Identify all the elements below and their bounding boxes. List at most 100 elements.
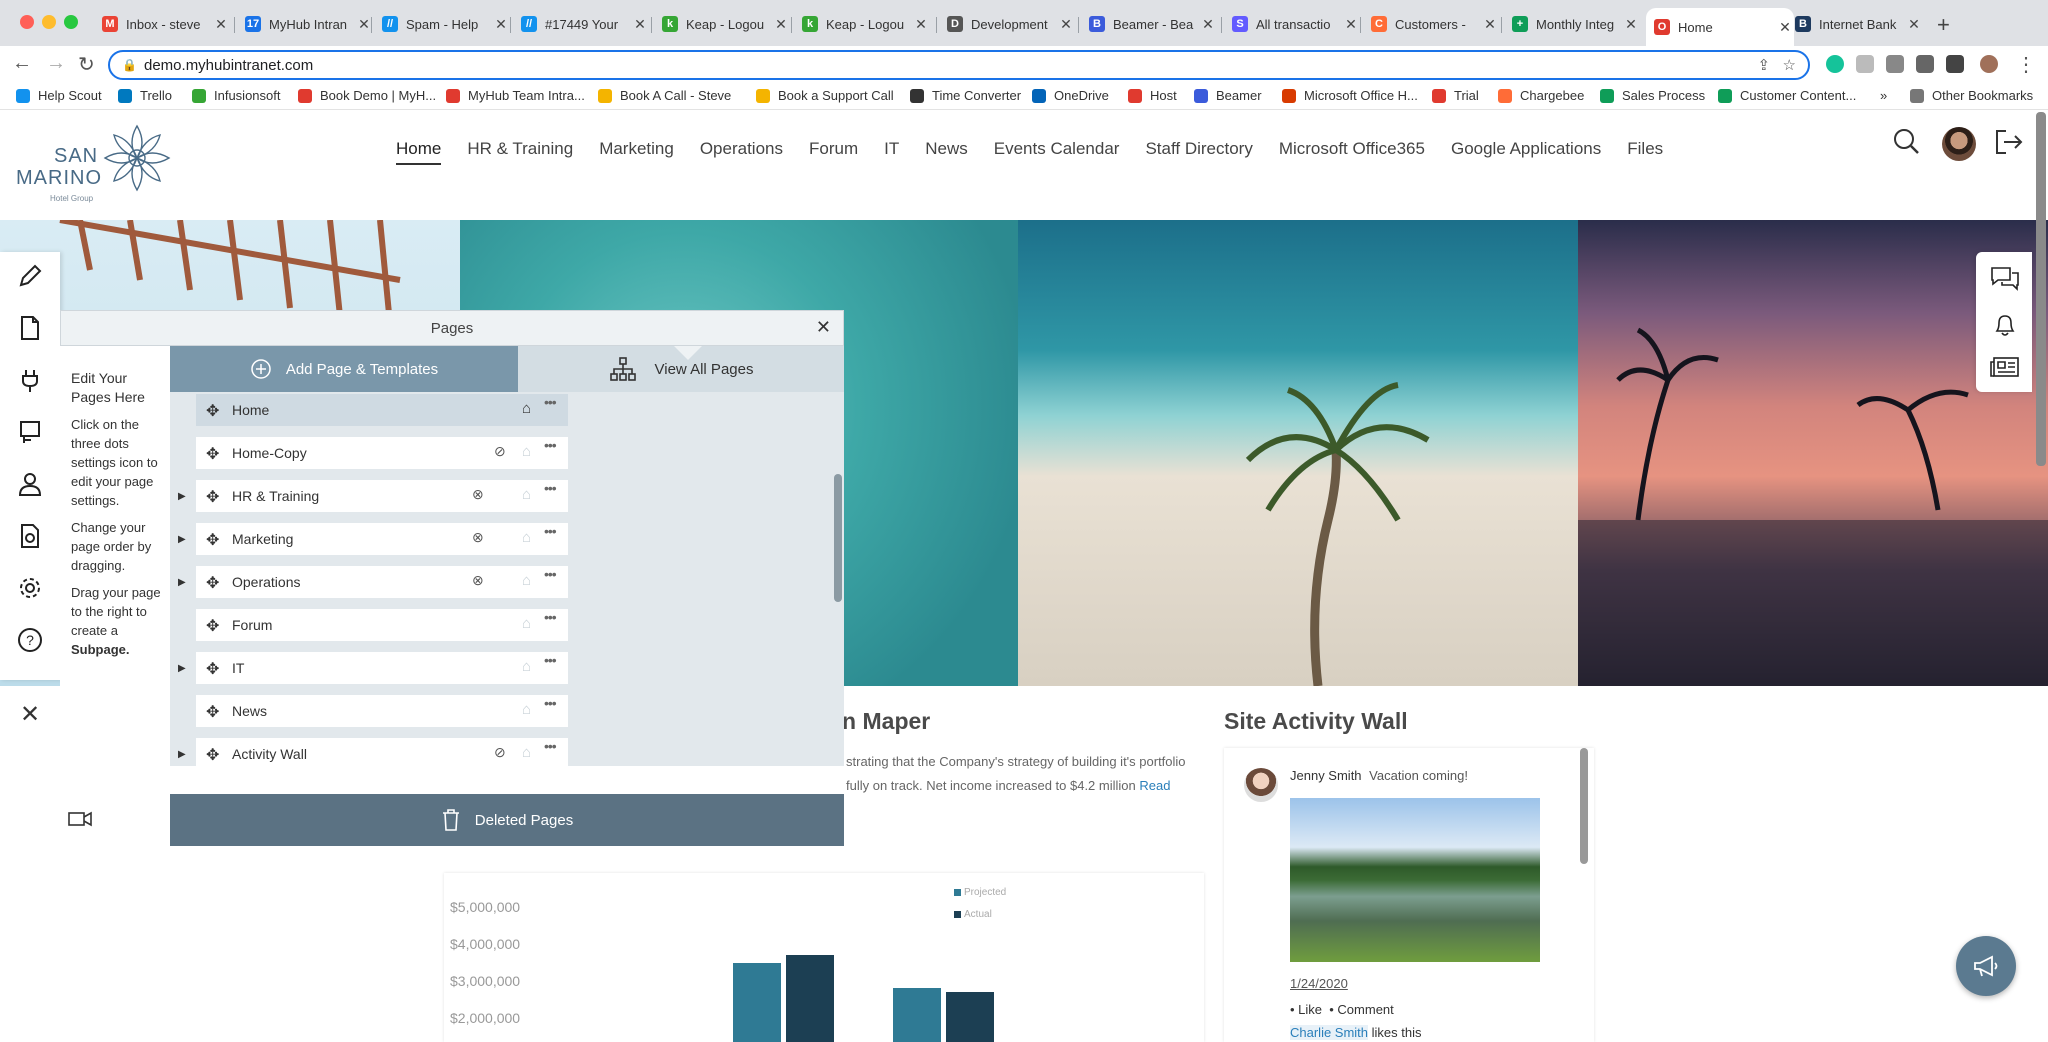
close-tab-icon[interactable]: ✕	[1199, 16, 1217, 33]
close-admin-icon[interactable]: ✕	[20, 700, 40, 729]
bookmark-item[interactable]: Book Demo | MyH...	[298, 88, 436, 103]
bookmark-item[interactable]: Infusionsoft	[192, 88, 281, 103]
page-row[interactable]: ✥ News ⌂ •••	[196, 695, 568, 727]
help-icon[interactable]: ?	[16, 626, 44, 654]
nav-item[interactable]: Microsoft Office365	[1279, 139, 1425, 165]
drag-handle-icon[interactable]: ✥	[206, 444, 219, 464]
page-row[interactable]: ✥ Forum ⌂ •••	[196, 609, 568, 641]
nav-item[interactable]: Operations	[700, 139, 783, 165]
share-star-icons[interactable]: ⇪ ☆	[1757, 56, 1796, 74]
close-tab-icon[interactable]: ✕	[212, 16, 230, 33]
bookmark-item[interactable]: Help Scout	[16, 88, 102, 103]
close-tab-icon[interactable]: ✕	[1057, 16, 1075, 33]
browser-tab[interactable]: 17 MyHub Intran ✕	[237, 9, 373, 39]
nav-item[interactable]: HR & Training	[467, 139, 573, 165]
close-tab-icon[interactable]: ✕	[772, 16, 790, 33]
site-logo[interactable]: SAN MARINO Hotel Group	[14, 123, 174, 203]
browser-tab[interactable]: M Inbox - steve ✕	[94, 9, 230, 39]
browser-tab[interactable]: + Monthly Integ ✕	[1504, 9, 1640, 39]
menu-icon[interactable]: ⋮	[2016, 52, 2036, 77]
post-author-avatar[interactable]	[1244, 768, 1278, 802]
extension-icon[interactable]	[1856, 55, 1874, 73]
sidebar-icon[interactable]	[1946, 55, 1964, 73]
page-row[interactable]: ✥ IT ⌂ •••	[196, 652, 568, 684]
widgets-icon[interactable]	[16, 418, 44, 446]
extension-icon[interactable]	[1886, 55, 1904, 73]
pages-icon[interactable]	[16, 314, 44, 342]
deleted-pages-button[interactable]: Deleted Pages	[170, 794, 844, 846]
more-options-icon[interactable]: •••	[544, 609, 557, 625]
like-link[interactable]: Like	[1298, 1002, 1322, 1017]
more-options-icon[interactable]: •••	[544, 738, 557, 754]
bookmark-item[interactable]: Host	[1128, 88, 1177, 103]
url-text[interactable]: demo.myhubintranet.com	[144, 57, 313, 74]
user-icon[interactable]	[16, 470, 44, 498]
liker-link[interactable]: Charlie Smith	[1290, 1025, 1369, 1040]
more-options-icon[interactable]: •••	[544, 437, 557, 453]
more-bookmarks-button[interactable]: »	[1880, 88, 1887, 103]
nav-item[interactable]: Staff Directory	[1145, 139, 1252, 165]
post-date[interactable]: 1/24/2020	[1290, 976, 1348, 991]
activity-wall-scrollbar[interactable]	[1580, 748, 1588, 864]
expand-arrow-icon[interactable]: ▶	[178, 491, 186, 502]
nav-item[interactable]: Home	[396, 139, 442, 165]
user-avatar[interactable]	[1942, 127, 1976, 161]
new-tab-button[interactable]: +	[1937, 12, 1950, 38]
nav-item[interactable]: Google Applications	[1451, 139, 1601, 165]
puzzle-icon[interactable]	[1916, 55, 1934, 73]
bookmark-item[interactable]: Sales Process	[1600, 88, 1705, 103]
nav-item[interactable]: Events Calendar	[994, 139, 1120, 165]
back-icon[interactable]: ←	[12, 52, 32, 75]
home-page-icon[interactable]: ⌂	[522, 486, 531, 503]
bell-icon[interactable]	[1992, 312, 2018, 338]
comment-link[interactable]: Comment	[1337, 1002, 1393, 1017]
nav-item[interactable]: News	[925, 139, 968, 165]
browser-tab[interactable]: k Keap - Logou ✕	[794, 9, 930, 39]
browser-tab[interactable]: // #17449 Your ✕	[513, 9, 649, 39]
drag-handle-icon[interactable]: ✥	[206, 573, 219, 593]
search-icon[interactable]	[1892, 127, 1920, 155]
bookmark-item[interactable]: Trial	[1432, 88, 1479, 103]
bookmark-item[interactable]: Book a Support Call	[756, 88, 894, 103]
browser-tab[interactable]: B Beamer - Bea ✕	[1081, 9, 1217, 39]
plugin-icon[interactable]	[16, 366, 44, 394]
more-options-icon[interactable]: •••	[544, 566, 557, 582]
page-row[interactable]: ✥ Activity Wall ⊘ ⌂ •••	[196, 738, 568, 766]
bookmark-item[interactable]: Microsoft Office H...	[1282, 88, 1418, 103]
home-page-icon[interactable]: ⌂	[522, 443, 531, 460]
pages-list-scrollbar[interactable]	[834, 474, 842, 602]
announcement-fab[interactable]	[1956, 936, 2016, 996]
pencil-icon[interactable]	[16, 262, 44, 290]
bookmark-item[interactable]: Time Converter	[910, 88, 1021, 103]
page-row[interactable]: ✥ Home-Copy ⊘ ⌂ •••	[196, 437, 568, 469]
close-window-button[interactable]	[20, 15, 34, 29]
close-tab-icon[interactable]: ✕	[1342, 16, 1360, 33]
profile-avatar[interactable]	[1980, 55, 1998, 73]
logout-icon[interactable]	[1994, 129, 2024, 155]
bookmark-item[interactable]: Trello	[118, 88, 172, 103]
expand-arrow-icon[interactable]: ▶	[178, 749, 186, 760]
page-scrollbar[interactable]	[2036, 112, 2046, 466]
drag-handle-icon[interactable]: ✥	[206, 616, 219, 636]
bookmark-item[interactable]: OneDrive	[1032, 88, 1109, 103]
more-options-icon[interactable]: •••	[544, 695, 557, 711]
browser-tab[interactable]: O Home ✕	[1646, 8, 1794, 46]
video-icon[interactable]	[68, 810, 92, 833]
bookmark-item[interactable]: Book A Call - Steve	[598, 88, 731, 103]
bookmark-item[interactable]: Customer Content...	[1718, 88, 1856, 103]
home-page-icon[interactable]: ⌂	[522, 400, 531, 417]
expand-arrow-icon[interactable]: ▶	[178, 663, 186, 674]
post-author[interactable]: Jenny Smith	[1290, 768, 1362, 783]
drag-handle-icon[interactable]: ✥	[206, 530, 219, 550]
drag-handle-icon[interactable]: ✥	[206, 487, 219, 507]
nav-item[interactable]: Files	[1627, 139, 1663, 165]
grammarly-extension-icon[interactable]	[1826, 55, 1844, 73]
chat-icon[interactable]	[1990, 266, 2020, 292]
add-page-button[interactable]: Add Page & Templates	[170, 346, 518, 392]
read-more-link[interactable]: Read	[1139, 778, 1170, 793]
bookmark-item[interactable]: Chargebee	[1498, 88, 1584, 103]
close-tab-icon[interactable]: ✕	[1481, 16, 1499, 33]
browser-tab[interactable]: D Development ✕	[939, 9, 1075, 39]
drag-handle-icon[interactable]: ✥	[206, 745, 219, 765]
more-options-icon[interactable]: •••	[544, 394, 557, 410]
